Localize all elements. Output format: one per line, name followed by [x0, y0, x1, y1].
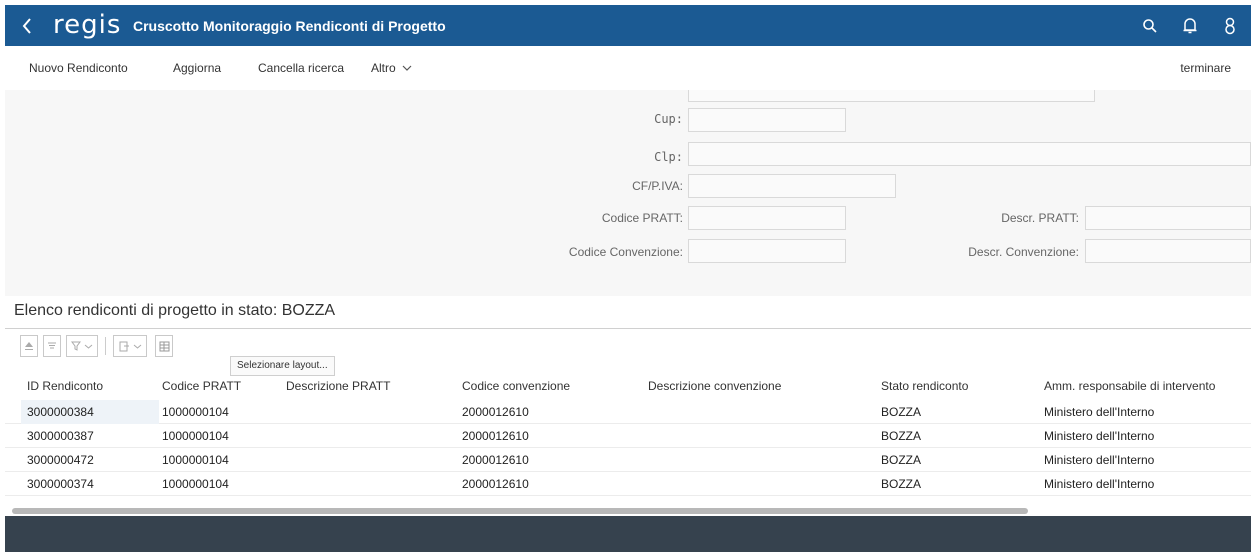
cell-stato[interactable]: BOZZA	[881, 448, 921, 472]
horizontal-scrollbar[interactable]	[12, 508, 1028, 514]
column-header-codice-pratt[interactable]: Codice PRATT	[162, 374, 241, 398]
layout-tooltip: Selezionare layout...	[230, 356, 335, 376]
user-icon	[1225, 17, 1235, 34]
cancella-ricerca-button[interactable]: Cancella ricerca	[258, 46, 344, 90]
cf-piva-label: CF/P.IVA:	[632, 179, 683, 193]
cell-codice-convenzione[interactable]: 2000012610	[462, 424, 529, 448]
cell-stato[interactable]: BOZZA	[881, 400, 921, 424]
cup-field[interactable]	[688, 108, 846, 132]
bell-icon	[1183, 17, 1197, 33]
titolo-progetto-field[interactable]	[688, 90, 1095, 102]
sort-ascending-icon	[25, 342, 33, 350]
action-toolbar: Nuovo Rendiconto Aggiorna Cancella ricer…	[5, 46, 1251, 91]
cell-codice-pratt[interactable]: 1000000104	[162, 472, 229, 496]
codice-convenzione-field[interactable]	[688, 239, 846, 263]
layout-settings-button[interactable]	[155, 335, 173, 357]
chevron-left-icon	[22, 17, 31, 34]
codice-pratt-label: Codice PRATT:	[601, 211, 683, 225]
descr-convenzione-label: Descr. Convenzione:	[968, 245, 1079, 259]
column-header-amm-responsabile[interactable]: Amm. responsabile di intervento	[1044, 374, 1215, 398]
descr-pratt-label: Descr. PRATT:	[1001, 211, 1079, 225]
cell-codice-pratt[interactable]: 1000000104	[162, 424, 229, 448]
rendiconti-list-section: Elenco rendiconti di progetto in stato: …	[5, 296, 1251, 520]
descr-pratt-field[interactable]	[1085, 206, 1251, 230]
cell-id[interactable]: 3000000374	[27, 472, 94, 496]
cell-codice-pratt[interactable]: 1000000104	[162, 400, 229, 424]
table-row[interactable]: 3000000387 1000000104 2000012610 BOZZA M…	[5, 424, 1251, 448]
header-actions	[1141, 5, 1239, 46]
cell-codice-convenzione[interactable]: 2000012610	[462, 472, 529, 496]
divider	[5, 328, 1251, 329]
regis-logo[interactable]: regis	[53, 5, 133, 46]
column-header-descrizione-pratt[interactable]: Descrizione PRATT	[286, 374, 390, 398]
chevron-down-icon	[84, 344, 93, 349]
back-button[interactable]	[9, 5, 45, 46]
aggiorna-button[interactable]: Aggiorna	[173, 46, 221, 90]
column-header-id[interactable]: ID Rendiconto	[27, 374, 103, 398]
codice-convenzione-label: Codice Convenzione:	[568, 245, 683, 259]
chevron-down-icon	[402, 65, 412, 71]
sort-ascending-button[interactable]	[20, 335, 38, 357]
cell-amm-responsabile[interactable]: Ministero dell'Interno	[1044, 424, 1154, 448]
cell-amm-responsabile[interactable]: Ministero dell'Interno	[1044, 400, 1154, 424]
cell-amm-responsabile[interactable]: Ministero dell'Interno	[1044, 472, 1154, 496]
export-menu-button[interactable]	[113, 335, 147, 357]
descr-convenzione-field[interactable]	[1085, 239, 1251, 263]
clp-label: Clp:	[654, 150, 683, 164]
toolbar-separator	[105, 337, 106, 355]
chevron-down-icon	[133, 344, 141, 349]
cell-id[interactable]: 3000000384	[27, 400, 94, 424]
column-header-descrizione-convenzione[interactable]: Descrizione convenzione	[648, 374, 781, 398]
cell-stato[interactable]: BOZZA	[881, 424, 921, 448]
user-button[interactable]	[1221, 17, 1239, 35]
export-icon	[119, 341, 129, 351]
column-header-stato[interactable]: Stato rendiconto	[881, 374, 968, 398]
shell-header: regis Cruscotto Monitoraggio Rendiconti …	[5, 5, 1251, 46]
table-header: ID Rendiconto Codice PRATT Descrizione P…	[5, 374, 1251, 398]
cell-codice-convenzione[interactable]: 2000012610	[462, 448, 529, 472]
layout-grid-icon	[159, 341, 169, 351]
terminare-button[interactable]: terminare	[1180, 46, 1231, 90]
search-icon	[1143, 18, 1157, 33]
cf-piva-field[interactable]	[688, 174, 896, 198]
page-title: Cruscotto Monitoraggio Rendiconti di Pro…	[133, 17, 446, 34]
table-row[interactable]: 3000000472 1000000104 2000012610 BOZZA M…	[5, 448, 1251, 472]
altro-menu[interactable]: Altro	[371, 46, 412, 90]
cell-stato[interactable]: BOZZA	[881, 472, 921, 496]
search-button[interactable]	[1141, 17, 1159, 35]
cell-id[interactable]: 3000000387	[27, 424, 94, 448]
codice-pratt-field[interactable]	[688, 206, 846, 230]
notifications-button[interactable]	[1181, 17, 1199, 35]
clp-field[interactable]	[688, 142, 1251, 166]
selection-form: Cup: Clp: CF/P.IVA: Codice PRATT: Descr.…	[5, 90, 1251, 296]
list-title: Elenco rendiconti di progetto in stato: …	[14, 302, 336, 319]
cell-codice-convenzione[interactable]: 2000012610	[462, 400, 529, 424]
cell-id[interactable]: 3000000472	[27, 448, 94, 472]
cell-codice-pratt[interactable]: 1000000104	[162, 448, 229, 472]
altro-label: Altro	[371, 61, 396, 75]
filter-icon	[71, 341, 81, 351]
filter-menu-button[interactable]	[66, 335, 98, 357]
table-row[interactable]: 3000000384 1000000104 2000012610 BOZZA M…	[5, 400, 1251, 424]
sort-descending-icon	[48, 342, 56, 349]
nuovo-rendiconto-button[interactable]: Nuovo Rendiconto	[29, 46, 128, 90]
column-header-codice-convenzione[interactable]: Codice convenzione	[462, 374, 570, 398]
table-row[interactable]: 3000000374 1000000104 2000012610 BOZZA M…	[5, 472, 1251, 496]
cell-amm-responsabile[interactable]: Ministero dell'Interno	[1044, 448, 1154, 472]
cup-label: Cup:	[654, 112, 683, 126]
footer-bar	[5, 516, 1251, 552]
app-window: regis Cruscotto Monitoraggio Rendiconti …	[0, 0, 1254, 552]
sort-descending-button[interactable]	[43, 335, 61, 357]
